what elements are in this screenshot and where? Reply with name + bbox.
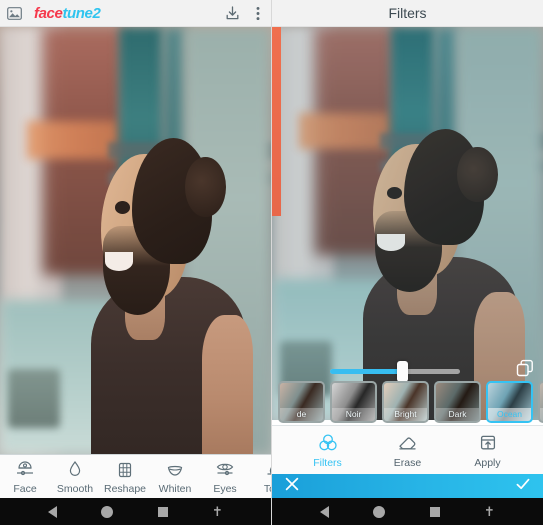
tool-label-reshape: Reshape	[103, 482, 147, 495]
filters-title-bar: Filters	[272, 0, 543, 27]
back-triangle-icon[interactable]	[320, 505, 330, 518]
accessibility-icon[interactable]: ✝	[484, 505, 495, 518]
filter-thumb-fade[interactable]: de	[278, 381, 325, 423]
filter-label: Ocean	[488, 408, 531, 421]
edited-photo	[0, 27, 271, 454]
tool-label-eyes: Eyes	[213, 482, 237, 495]
filter-label: Dark	[436, 408, 479, 421]
tool-reshape[interactable]: Reshape	[100, 459, 150, 495]
filter-thumb-urban[interactable]: Urban	[538, 381, 543, 423]
more-vertical-icon[interactable]	[245, 0, 271, 27]
filter-label: de	[280, 408, 323, 421]
apply-frame-icon	[459, 432, 517, 454]
face-slider-icon	[0, 459, 50, 481]
home-circle-icon[interactable]	[373, 505, 386, 518]
close-icon[interactable]	[284, 476, 300, 497]
tab-apply[interactable]: Apply	[459, 432, 517, 469]
filter-intensity-slider[interactable]	[330, 360, 460, 382]
compare-layers-icon[interactable]	[515, 359, 535, 381]
recents-square-icon[interactable]	[157, 506, 168, 517]
eye-slider-icon	[200, 459, 250, 481]
subject-smile	[104, 251, 134, 271]
filter-thumb-ocean[interactable]: Ocean	[486, 381, 533, 423]
tab-label-erase: Erase	[393, 456, 422, 469]
droplet-icon	[50, 459, 100, 481]
logo-text-tune2: tune2	[62, 4, 101, 22]
filter-mode-tabs[interactable]: Filters Erase Apply	[272, 425, 543, 474]
grid-mesh-icon	[100, 459, 150, 481]
photo-subject	[81, 138, 253, 454]
back-triangle-icon[interactable]	[48, 505, 58, 518]
tab-label-filters: Filters	[313, 456, 342, 469]
accessibility-icon[interactable]: ✝	[212, 505, 223, 518]
subject-eye	[114, 201, 130, 214]
tool-label-whiten: Whiten	[158, 482, 192, 495]
tool-whiten[interactable]: Whiten	[150, 459, 200, 495]
tool-eyes[interactable]: Eyes	[200, 459, 250, 495]
logo-text-face: face	[34, 4, 63, 22]
eraser-icon	[379, 432, 437, 454]
photo-planter	[8, 368, 60, 429]
left-phone-panel: facetune2 Face Smooth Reshape Whiten Eye…	[0, 0, 272, 525]
filters-circles-icon	[299, 432, 357, 454]
subject-arm	[202, 314, 253, 454]
tool-label-face: Face	[13, 482, 37, 495]
teeth-icon	[150, 459, 200, 481]
left-app-bar: facetune2	[0, 0, 271, 27]
download-icon[interactable]	[219, 0, 245, 27]
android-nav-bar-right[interactable]: ✝	[272, 498, 543, 525]
tab-filters[interactable]: Filters	[299, 432, 357, 469]
right-phone-panel: Filters de Noir Bright Dark Ocean Filter…	[272, 0, 543, 525]
tool-smooth[interactable]: Smooth	[50, 459, 100, 495]
check-icon[interactable]	[515, 476, 531, 497]
filter-label: Noir	[332, 408, 375, 421]
filter-thumb-bright[interactable]: Bright	[382, 381, 429, 423]
home-circle-icon[interactable]	[101, 505, 114, 518]
tab-label-apply: Apply	[474, 456, 501, 469]
subject-hair-bun	[185, 156, 226, 217]
photo-icon[interactable]	[7, 6, 22, 20]
tool-touchup[interactable]: Touc	[250, 459, 271, 495]
touchup-icon	[250, 459, 271, 481]
filter-thumb-noir[interactable]: Noir	[330, 381, 377, 423]
confirm-action-bar	[272, 474, 543, 498]
page-title: Filters	[388, 5, 427, 21]
recents-square-icon[interactable]	[429, 506, 440, 517]
filter-thumb-dark[interactable]: Dark	[434, 381, 481, 423]
filter-thumbnail-strip[interactable]: de Noir Bright Dark Ocean Urban	[272, 379, 543, 425]
android-nav-bar-left[interactable]: ✝	[0, 498, 271, 525]
app-logo: facetune2	[34, 4, 101, 22]
filter-label: Bright	[384, 408, 427, 421]
slider-fill	[330, 368, 402, 374]
tool-label-touchup: Touc	[263, 482, 271, 495]
photo-side-strip	[272, 27, 281, 216]
tool-face[interactable]: Face	[0, 459, 50, 495]
screenshot-root: facetune2 Face Smooth Reshape Whiten Eye…	[0, 0, 543, 525]
left-photo-stage[interactable]	[0, 27, 271, 454]
tool-label-smooth: Smooth	[56, 482, 94, 495]
editing-tools-bar[interactable]: Face Smooth Reshape Whiten Eyes T	[0, 454, 271, 498]
tab-erase[interactable]: Erase	[379, 432, 437, 469]
